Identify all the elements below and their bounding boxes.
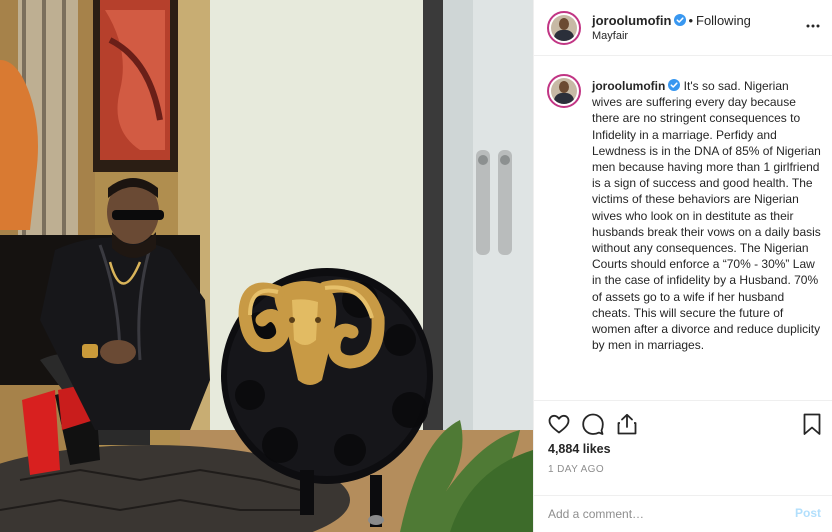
share-icon[interactable]: [615, 412, 639, 436]
instagram-post: joroolumofin • Following Mayfair joroolumo…: [0, 0, 832, 532]
post-actions: 4,884 likes 1 DAY AGO: [534, 400, 832, 495]
avatar-image: [551, 78, 577, 104]
post-side-panel: joroolumofin • Following Mayfair joroolumo…: [533, 0, 832, 532]
author-avatar[interactable]: [547, 11, 581, 45]
author-username[interactable]: joroolumofin: [592, 13, 671, 28]
comment-input[interactable]: [548, 505, 778, 523]
caption-author-avatar[interactable]: [547, 74, 581, 108]
comment-bar: Post: [534, 495, 832, 532]
post-age[interactable]: 1 DAY AGO: [548, 464, 604, 475]
verified-badge-icon: [668, 79, 681, 91]
post-comment-button[interactable]: Post: [795, 506, 821, 520]
verified-badge-icon: [674, 14, 687, 26]
header-separator: •: [688, 13, 693, 28]
caption-text: It's so sad. Nigerian wives are sufferin…: [592, 79, 821, 353]
bookmark-icon[interactable]: [800, 412, 824, 436]
avatar-image: [551, 15, 577, 41]
heart-icon[interactable]: [547, 412, 571, 436]
post-header: joroolumofin • Following Mayfair: [534, 0, 832, 56]
following-button[interactable]: Following: [696, 13, 751, 28]
photo-scene: [0, 0, 533, 532]
more-options-icon[interactable]: [805, 18, 821, 34]
post-location[interactable]: Mayfair: [592, 30, 628, 42]
header-user-line: joroolumofin • Following: [592, 13, 751, 28]
caption-author-username[interactable]: joroolumofin: [592, 79, 665, 93]
post-caption: joroolumofin It's so sad. Nigerian wives…: [592, 78, 822, 353]
caption-area: joroolumofin It's so sad. Nigerian wives…: [534, 57, 832, 399]
post-photo[interactable]: [0, 0, 533, 532]
comment-bubble-icon[interactable]: [581, 412, 605, 436]
like-count[interactable]: 4,884 likes: [548, 442, 611, 456]
